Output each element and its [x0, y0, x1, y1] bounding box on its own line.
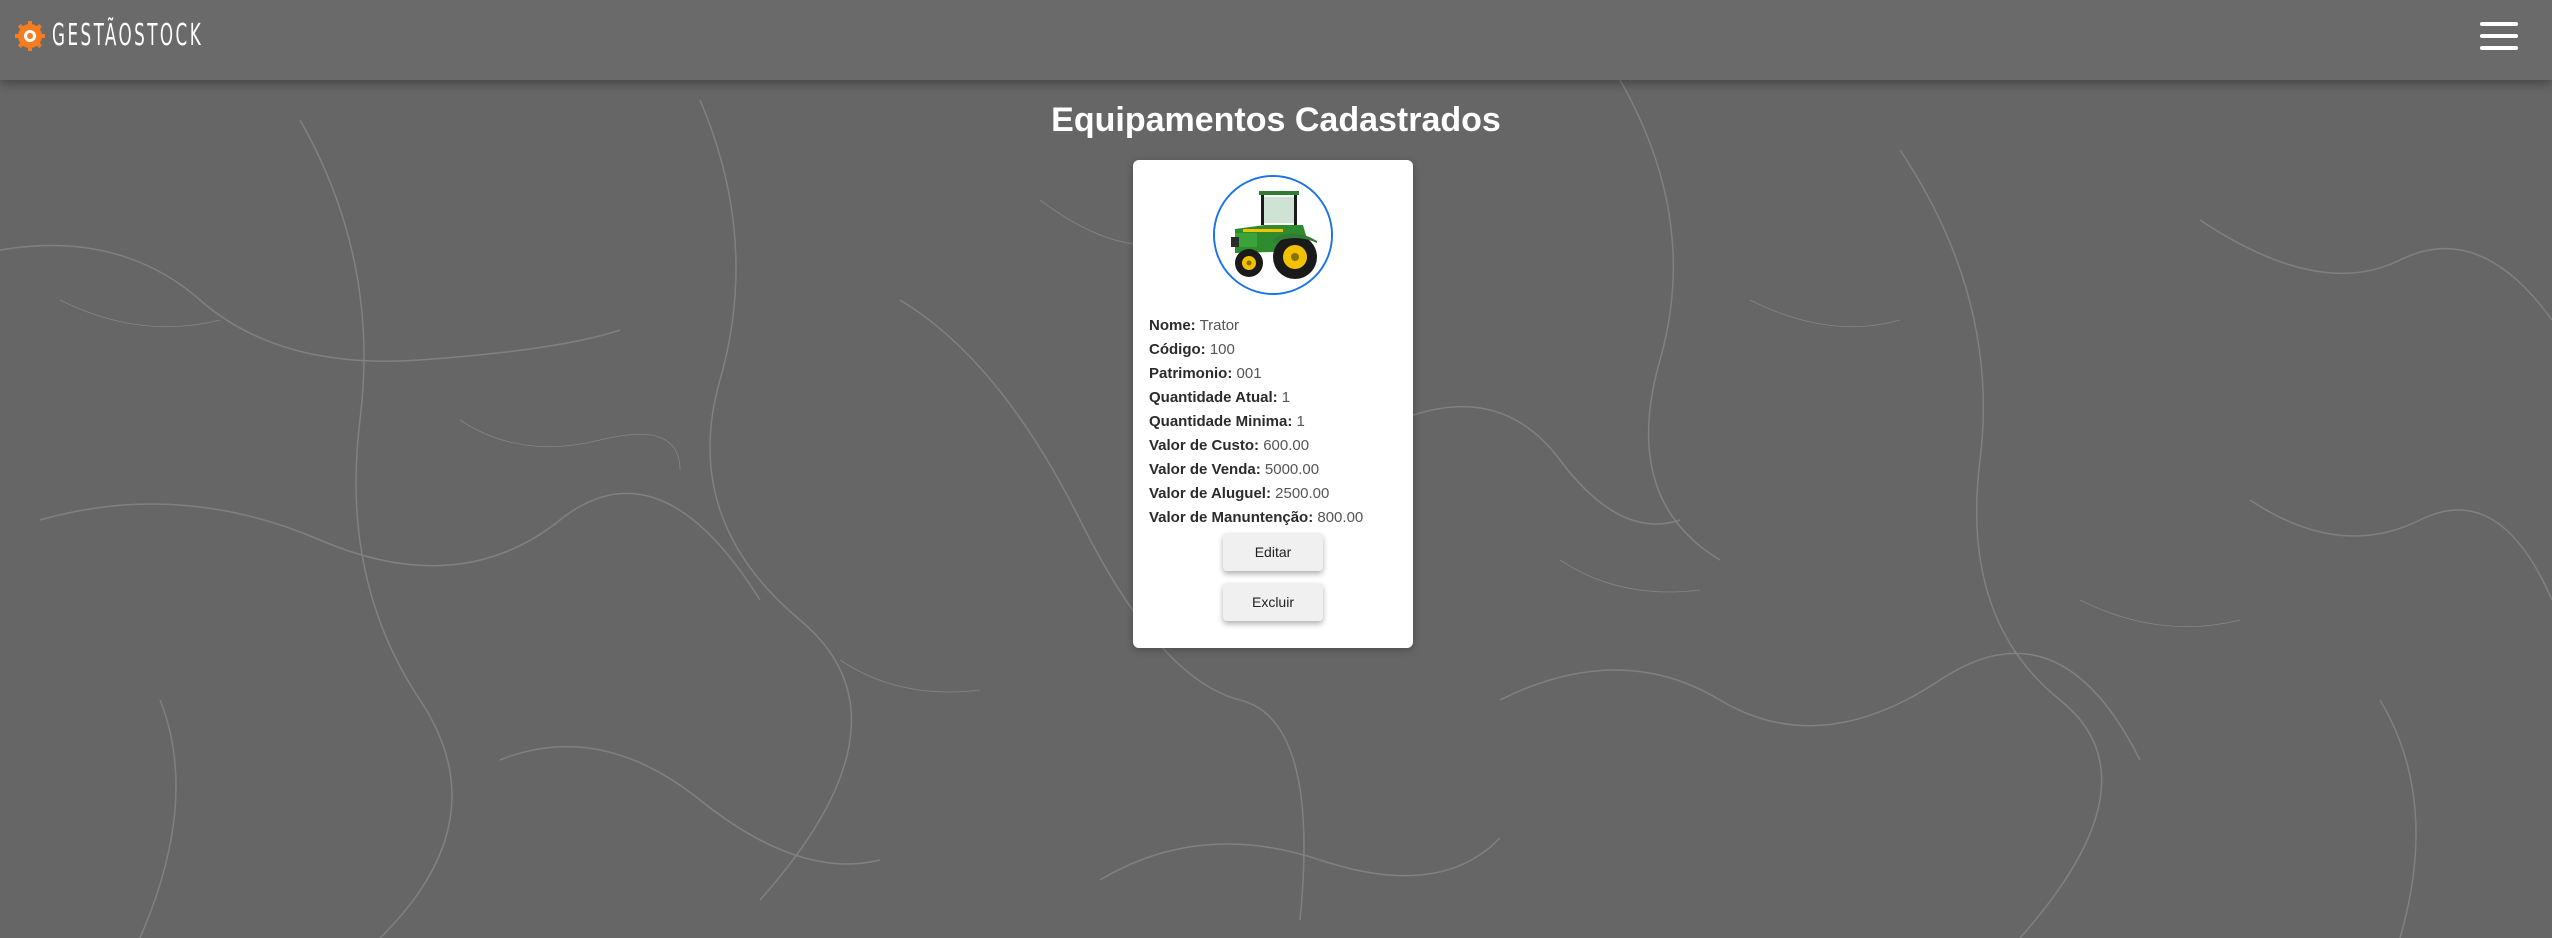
menu-bar [2480, 22, 2518, 26]
field-quantidade-atual: Quantidade Atual: 1 [1149, 386, 1409, 410]
field-value: Trator [1199, 317, 1240, 334]
menu-bar [2480, 46, 2518, 50]
field-value: 5000.00 [1264, 461, 1320, 478]
top-navbar: GESTÃOSTOCK [0, 0, 2552, 80]
field-valor-manutencao: Valor de Manuntenção: 800.00 [1149, 506, 1409, 530]
page-title: Equipamentos Cadastrados [1051, 101, 1501, 139]
field-label: Nome: [1149, 317, 1196, 334]
field-valor-venda: Valor de Venda: 5000.00 [1149, 458, 1409, 482]
equipment-details: Nome: Trator Código: 100 Patrimonio: 001… [1149, 314, 1409, 530]
edit-button[interactable]: Editar [1223, 533, 1323, 571]
menu-bar [2480, 34, 2518, 38]
gear-icon [15, 21, 45, 51]
field-value: 001 [1236, 365, 1262, 382]
field-value: 2500.00 [1275, 485, 1330, 502]
field-valor-aluguel: Valor de Aluguel: 2500.00 [1149, 482, 1409, 506]
field-label: Valor de Custo: [1149, 437, 1260, 454]
hamburger-menu-icon[interactable] [2480, 22, 2518, 52]
field-label: Patrimonio: [1149, 365, 1233, 382]
field-label: Quantidade Atual: [1149, 389, 1278, 406]
tractor-image [1215, 177, 1331, 293]
app-logo[interactable]: GESTÃOSTOCK [14, 18, 296, 54]
field-nome: Nome: Trator [1149, 314, 1409, 338]
equipment-card: Nome: Trator Código: 100 Patrimonio: 001… [1133, 160, 1413, 648]
delete-button[interactable]: Excluir [1223, 583, 1323, 621]
field-value: 600.00 [1263, 437, 1310, 454]
field-value: 1 [1296, 413, 1305, 430]
field-label: Valor de Venda: [1149, 461, 1261, 478]
field-value: 800.00 [1317, 509, 1364, 526]
logo-text: GESTÃOSTOCK [52, 18, 204, 53]
field-label: Código: [1149, 341, 1206, 358]
field-valor-custo: Valor de Custo: 600.00 [1149, 434, 1409, 458]
field-label: Quantidade Minima: [1149, 413, 1293, 430]
field-value: 100 [1209, 341, 1235, 358]
field-quantidade-minima: Quantidade Minima: 1 [1149, 410, 1409, 434]
equipment-image [1213, 175, 1333, 295]
field-codigo: Código: 100 [1149, 338, 1409, 362]
field-label: Valor de Aluguel: [1149, 485, 1271, 502]
field-label: Valor de Manuntenção: [1149, 509, 1314, 526]
field-value: 1 [1281, 389, 1291, 406]
field-patrimonio: Patrimonio: 001 [1149, 362, 1409, 386]
